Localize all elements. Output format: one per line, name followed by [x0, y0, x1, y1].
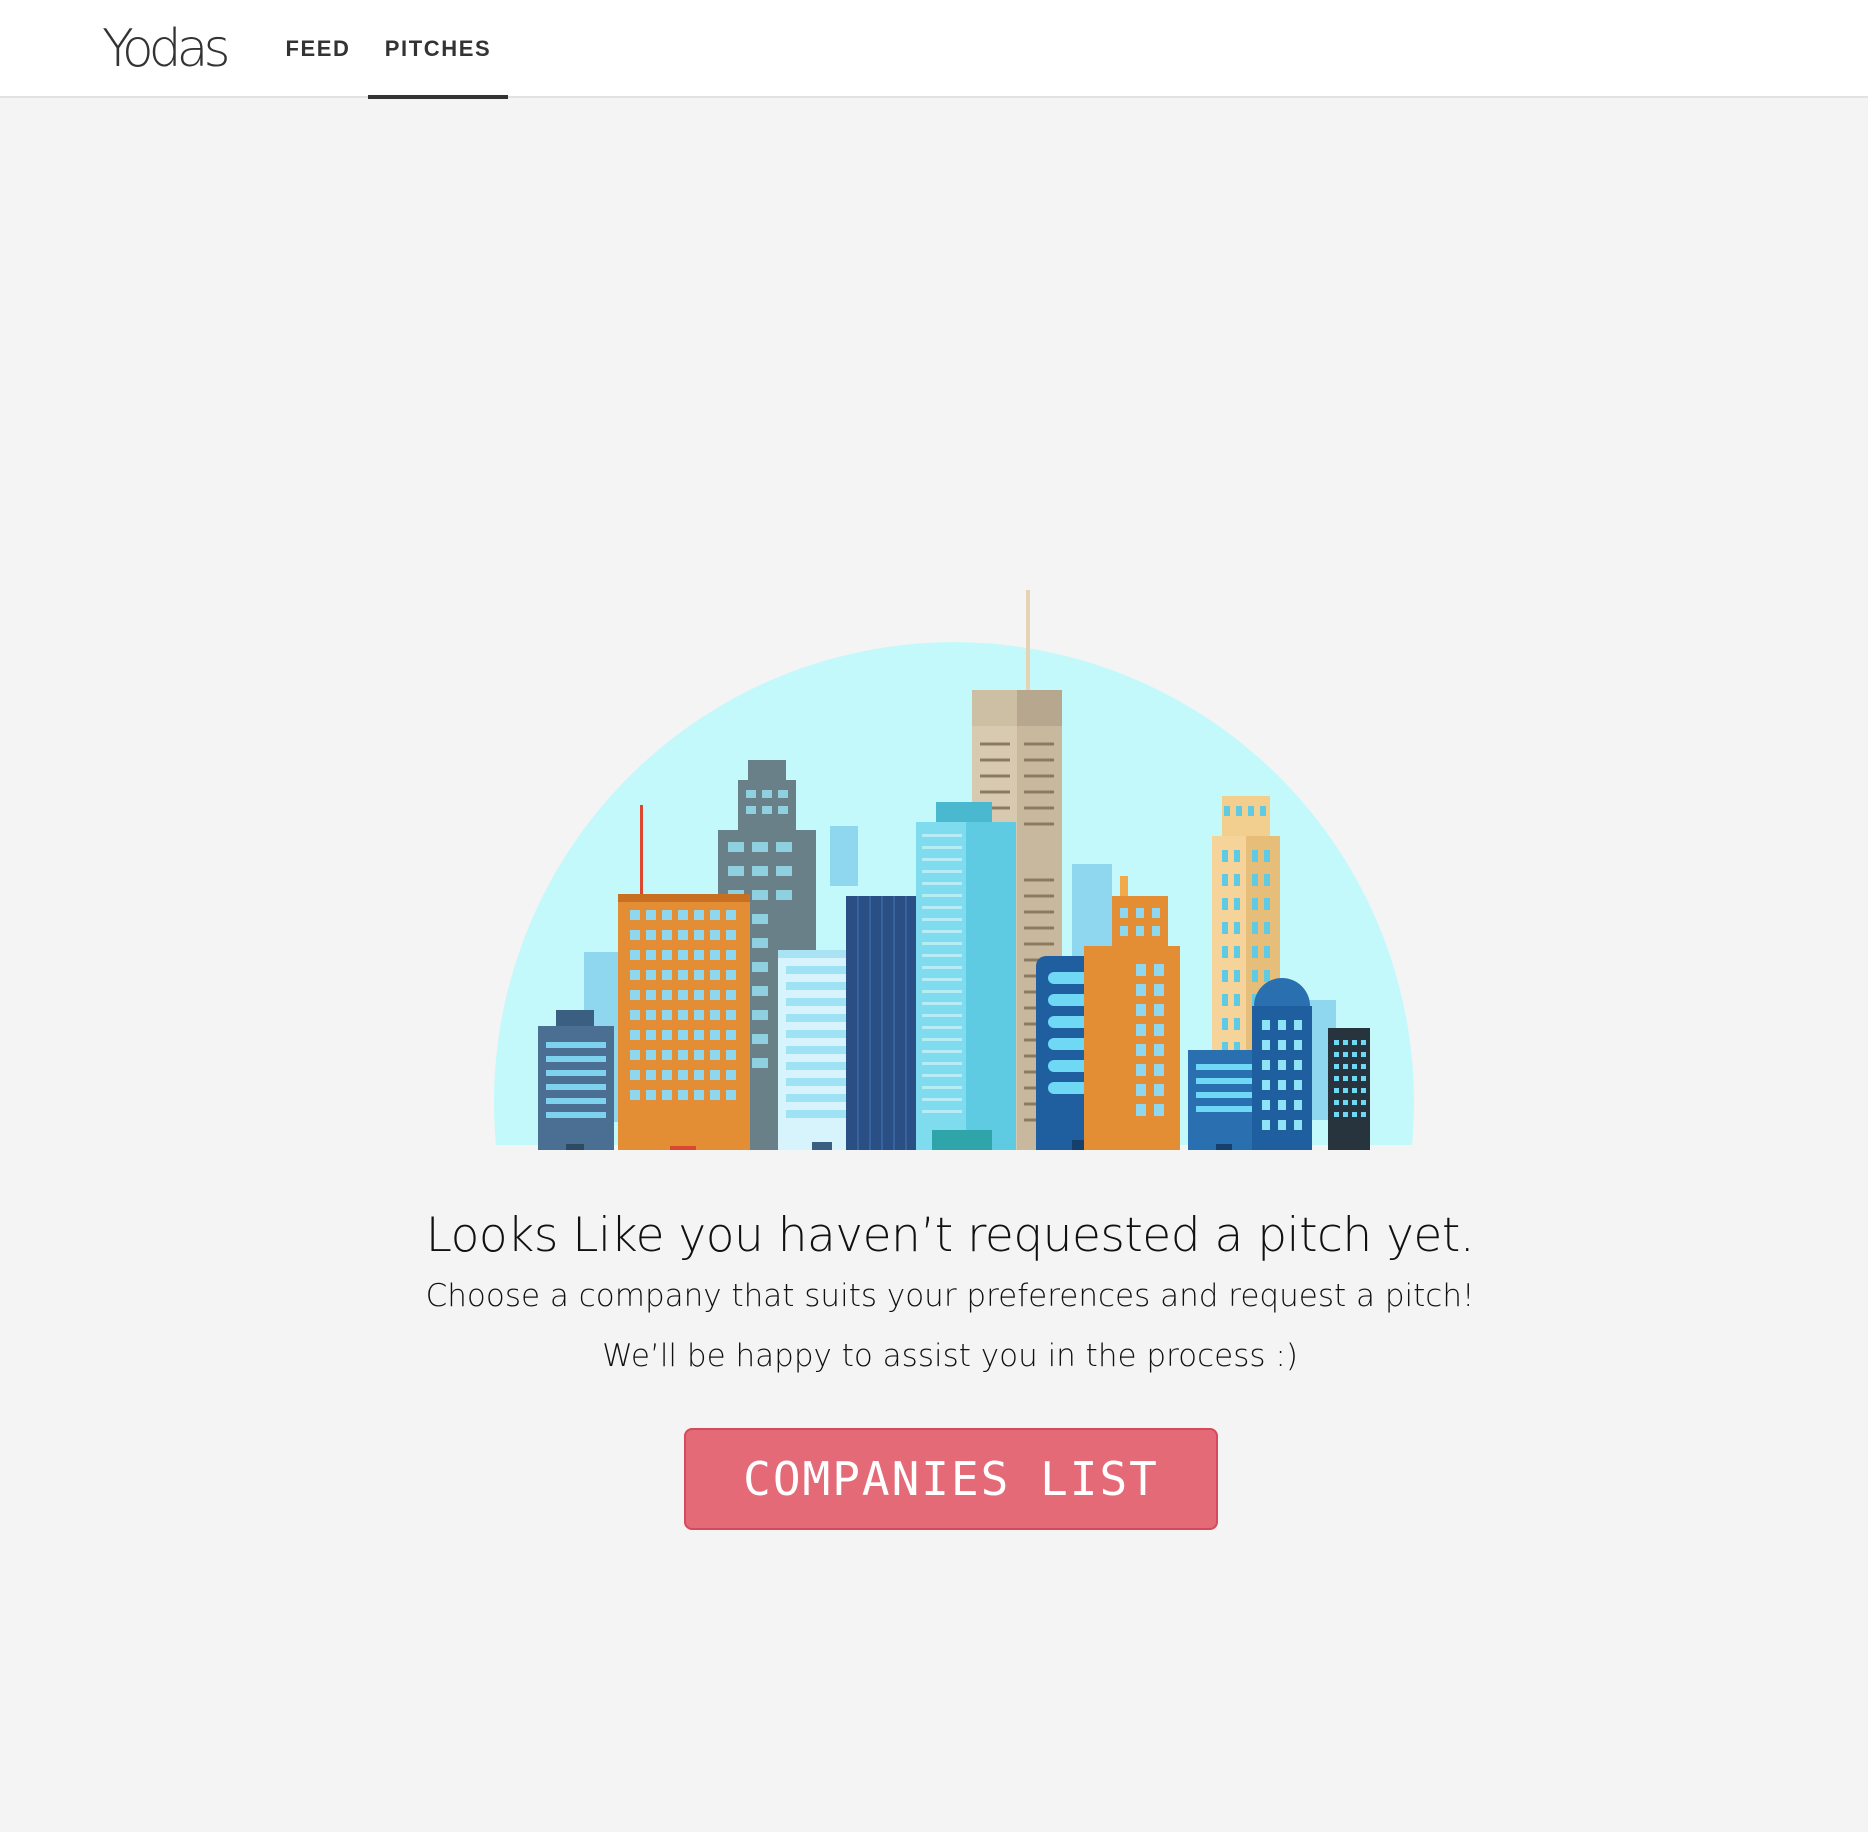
navy-tower [846, 896, 918, 1150]
antenna [640, 805, 643, 895]
small-blue-building [538, 1010, 614, 1150]
city-skyline-illustration [493, 590, 1414, 1150]
empty-state-instruction: Choose a company that suits your prefere… [425, 1278, 1475, 1314]
dome-building [1252, 978, 1312, 1150]
top-navigation-bar: Yodas FEED PITCHES [0, 0, 1868, 99]
companies-list-button[interactable]: COMPANIES LIST [684, 1428, 1218, 1530]
cyan-glass-tower [916, 802, 1016, 1150]
tab-feed[interactable]: FEED [276, 0, 360, 98]
dark-small-building [1328, 1028, 1370, 1150]
empty-state-headline: Looks Like you haven’t requested a pitch… [425, 1208, 1475, 1263]
empty-state-assist-message: We’ll be happy to assist you in the proc… [602, 1338, 1298, 1374]
yodas-logo[interactable]: Yodas [102, 20, 231, 78]
orange-office-building [618, 894, 750, 1150]
tab-pitches[interactable]: PITCHES [368, 0, 508, 99]
